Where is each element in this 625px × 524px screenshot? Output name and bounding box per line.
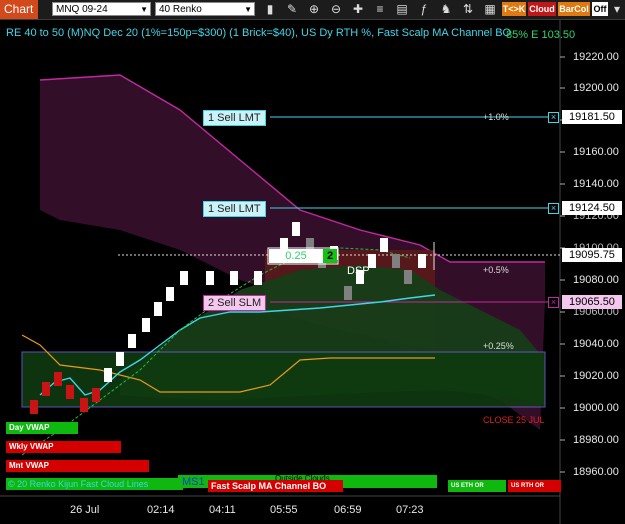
calendar-icon[interactable]: ▦ bbox=[482, 1, 498, 17]
brick bbox=[254, 271, 262, 285]
pct-level-label: +0.25% bbox=[483, 341, 514, 351]
time-tick: 07:23 bbox=[396, 504, 424, 516]
tk-toggle-button[interactable]: T<>K bbox=[502, 2, 526, 16]
price-tick: 18980.00 bbox=[573, 434, 619, 446]
brick bbox=[128, 334, 136, 348]
brick bbox=[116, 352, 124, 366]
brick bbox=[392, 254, 400, 268]
interval-value: 40 Renko bbox=[159, 4, 202, 15]
chevron-down-icon: ▼ bbox=[244, 5, 252, 14]
strategies-icon[interactable]: ♞ bbox=[438, 1, 454, 17]
pct-level-label: +0.5% bbox=[483, 265, 509, 275]
price-tick: 19080.00 bbox=[573, 274, 619, 286]
brick bbox=[80, 398, 88, 412]
price-tick: 19200.00 bbox=[573, 82, 619, 94]
green-band-zone bbox=[21, 351, 546, 408]
chart-title: Chart bbox=[0, 0, 38, 19]
bar-style-icon[interactable]: ▮ bbox=[262, 1, 278, 17]
price-tick: 19040.00 bbox=[573, 338, 619, 350]
time-tick: 05:55 bbox=[270, 504, 298, 516]
price-tick: 18960.00 bbox=[573, 466, 619, 478]
last-price-tag: 19095.75 bbox=[562, 248, 622, 262]
chart-trader-icon[interactable]: ⇅ bbox=[460, 1, 476, 17]
order-label-sell-slm[interactable]: 2 Sell SLM bbox=[203, 295, 267, 311]
pct-level-label: +1.0% bbox=[483, 112, 509, 122]
position-qty: 0.25 bbox=[285, 250, 307, 262]
brick bbox=[404, 270, 412, 284]
brick bbox=[54, 372, 62, 386]
brick bbox=[344, 286, 352, 300]
time-tick: 02:14 bbox=[147, 504, 175, 516]
templates-icon[interactable]: ▾ bbox=[609, 1, 625, 17]
ms1-label: MS1 bbox=[182, 476, 205, 488]
brick bbox=[104, 368, 112, 382]
brick bbox=[30, 400, 38, 414]
price-tick: 19160.00 bbox=[573, 146, 619, 158]
order-label-sell-lmt-2[interactable]: 1 Sell LMT bbox=[203, 201, 266, 217]
close-label: CLOSE 25 JUL bbox=[483, 415, 545, 425]
brick bbox=[66, 385, 74, 399]
instrument-value: MNQ 09-24 bbox=[56, 4, 108, 15]
price-tick: 19140.00 bbox=[573, 178, 619, 190]
off-toggle-button[interactable]: Off bbox=[592, 2, 608, 16]
brick bbox=[42, 382, 50, 396]
brick bbox=[292, 222, 300, 236]
mnt-vwap-band: Mnt VWAP bbox=[6, 460, 149, 472]
us-rth-or-band: US RTH OR bbox=[508, 480, 561, 492]
cancel-order-button[interactable]: × bbox=[548, 203, 559, 214]
indicators-icon[interactable]: ƒ bbox=[416, 1, 432, 17]
chart-description: RE 40 to 50 (M)NQ Dec 20 (1%=150p=$300) … bbox=[6, 27, 512, 39]
brick bbox=[142, 318, 150, 332]
draw-icon[interactable]: ✎ bbox=[284, 1, 300, 17]
fast-scalp-band: Fast Scalp MA Channel BO bbox=[208, 480, 343, 492]
brick bbox=[418, 254, 426, 268]
price-tick: 19220.00 bbox=[573, 51, 619, 63]
time-tick: 06:59 bbox=[334, 504, 362, 516]
crosshair-icon[interactable]: ✚ bbox=[350, 1, 366, 17]
brick bbox=[206, 271, 214, 285]
interval-selector[interactable]: 40 Renko ▼ bbox=[155, 2, 255, 16]
brick bbox=[154, 302, 162, 316]
order-label-sell-lmt-1[interactable]: 1 Sell LMT bbox=[203, 110, 266, 126]
brick bbox=[380, 238, 388, 252]
order-price-tag: 19065.50 bbox=[562, 295, 622, 309]
order-price-tag: 19124.50 bbox=[562, 201, 622, 215]
toolbar: Chart MNQ 09-24 ▼ 40 Renko ▼ ▮ ✎ ⊕ ⊖ ✚ ≡ ▤… bbox=[0, 0, 625, 20]
wkly-vwap-band: Wkly VWAP bbox=[6, 441, 121, 453]
zoom-in-icon[interactable]: ⊕ bbox=[306, 1, 322, 17]
cancel-order-button[interactable]: × bbox=[548, 297, 559, 308]
price-tick: 19020.00 bbox=[573, 370, 619, 382]
barcol-toggle-button[interactable]: BarCol bbox=[558, 2, 590, 16]
corner-readout: 85% E 103.50 bbox=[506, 29, 576, 41]
position-count: 2 bbox=[326, 250, 334, 262]
chevron-down-icon: ▼ bbox=[140, 5, 148, 14]
brick bbox=[180, 271, 188, 285]
time-tick: 26 Jul bbox=[70, 504, 100, 516]
time-tick: 04:11 bbox=[209, 504, 236, 516]
indicator-credit: © 20 Renko Kijun Fast Cloud Lines bbox=[8, 479, 149, 489]
cancel-order-button[interactable]: × bbox=[548, 112, 559, 123]
us-eth-or-band: US ETH OR bbox=[448, 480, 506, 492]
chart-window: Chart MNQ 09-24 ▼ 40 Renko ▼ ▮ ✎ ⊕ ⊖ ✚ ≡ ▤… bbox=[0, 0, 625, 524]
instrument-selector[interactable]: MNQ 09-24 ▼ bbox=[52, 2, 151, 16]
day-vwap-band: Day VWAP bbox=[6, 422, 78, 434]
brick bbox=[92, 388, 100, 402]
dsp-label: DSP bbox=[347, 265, 370, 277]
order-price-tag: 19181.50 bbox=[562, 110, 622, 124]
brick bbox=[166, 287, 174, 301]
brick bbox=[230, 271, 238, 285]
data-box-icon[interactable]: ▤ bbox=[394, 1, 410, 17]
zoom-out-icon[interactable]: ⊖ bbox=[328, 1, 344, 17]
price-tick: 19000.00 bbox=[573, 402, 619, 414]
cloud-toggle-button[interactable]: Cloud bbox=[528, 2, 556, 16]
properties-icon[interactable]: ≡ bbox=[372, 1, 388, 17]
